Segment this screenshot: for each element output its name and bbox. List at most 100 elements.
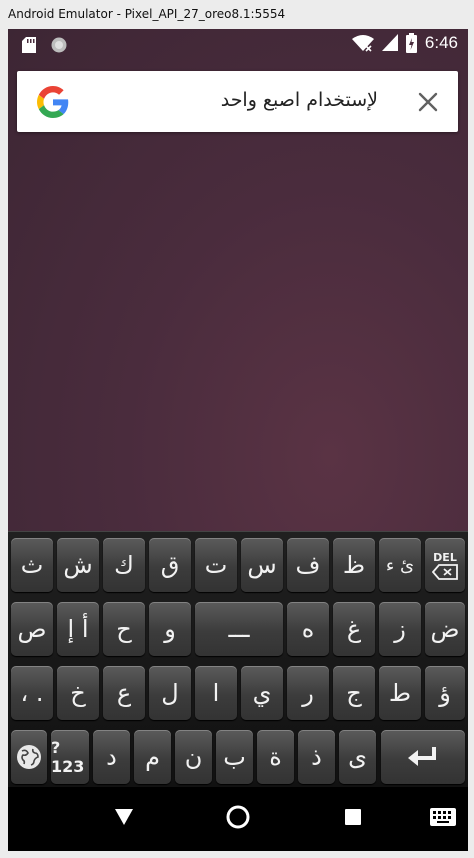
key-label: غ bbox=[346, 615, 362, 643]
key-label: ش bbox=[63, 551, 93, 579]
key-label: ؤ bbox=[439, 679, 451, 707]
key-label: ق bbox=[160, 551, 180, 579]
enter-key[interactable] bbox=[381, 730, 465, 784]
key-label: ض bbox=[430, 615, 460, 643]
key[interactable]: ة bbox=[257, 730, 294, 784]
key-label: خ bbox=[70, 679, 86, 707]
status-bar: 6:46 bbox=[8, 29, 468, 61]
key-label: ر bbox=[302, 679, 314, 707]
key-label: د bbox=[106, 743, 117, 771]
circle-icon bbox=[51, 37, 67, 53]
key-label: ث bbox=[20, 551, 44, 579]
key-label: DEL bbox=[433, 550, 457, 564]
delete-key[interactable]: DEL bbox=[425, 538, 465, 592]
key-label: ن bbox=[184, 743, 203, 771]
key[interactable]: ذ bbox=[298, 730, 335, 784]
key-label: ى bbox=[348, 743, 367, 771]
key-label: ك bbox=[114, 551, 134, 579]
backspace-icon bbox=[432, 563, 458, 580]
key[interactable]: د bbox=[93, 730, 130, 784]
key[interactable]: ك bbox=[103, 538, 145, 592]
key[interactable]: س bbox=[241, 538, 283, 592]
key-label: ذ bbox=[311, 743, 322, 771]
key[interactable]: ت bbox=[195, 538, 237, 592]
navigation-bar bbox=[8, 787, 468, 851]
recents-button[interactable] bbox=[341, 805, 365, 829]
key-label: ظ bbox=[342, 551, 366, 579]
key-label: ح bbox=[116, 615, 132, 643]
back-button[interactable] bbox=[112, 805, 136, 829]
key[interactable]: خ bbox=[57, 666, 99, 720]
key[interactable]: ؤ bbox=[425, 666, 465, 720]
arabic-keyboard: ث ش ك ق ت س ف ظ ئ ء DEL ص أ إ ح و ـــ ه bbox=[8, 531, 468, 788]
device-screen: 6:46 لإستخدام اصبع واحد ث ش ك ق ت س ف ظ … bbox=[8, 29, 468, 851]
emulator-window: Android Emulator - Pixel_API_27_oreo8.1:… bbox=[0, 0, 474, 858]
home-button[interactable] bbox=[226, 805, 250, 829]
wifi-icon bbox=[351, 35, 374, 52]
key[interactable]: ئ ء bbox=[379, 538, 421, 592]
key[interactable]: ز bbox=[379, 602, 421, 656]
key-label: ـــ bbox=[228, 615, 250, 643]
key[interactable]: ق bbox=[149, 538, 191, 592]
key[interactable]: ه bbox=[287, 602, 329, 656]
key-label: ل bbox=[161, 679, 179, 707]
key[interactable]: ح bbox=[103, 602, 145, 656]
key-label: ز bbox=[394, 615, 406, 643]
key-label: ة bbox=[269, 743, 282, 771]
key[interactable]: ث bbox=[11, 538, 53, 592]
key[interactable]: أ إ bbox=[57, 602, 99, 656]
key-label: و bbox=[164, 615, 176, 643]
key-label: أ إ bbox=[67, 615, 89, 643]
key[interactable]: ى bbox=[339, 730, 376, 784]
signal-icon bbox=[381, 34, 398, 51]
key-label: ج bbox=[346, 679, 362, 707]
close-icon[interactable] bbox=[416, 90, 440, 114]
recents-square-icon bbox=[345, 809, 361, 825]
enter-icon bbox=[408, 747, 436, 766]
key-label: ط bbox=[388, 679, 412, 707]
key-label: ت bbox=[204, 551, 228, 579]
window-title: Android Emulator - Pixel_API_27_oreo8.1:… bbox=[8, 7, 286, 21]
key[interactable]: ع bbox=[103, 666, 145, 720]
keyboard-icon bbox=[430, 808, 456, 826]
key[interactable]: ي bbox=[241, 666, 283, 720]
sd-card-icon bbox=[22, 37, 36, 53]
keyboard-switch-button[interactable] bbox=[429, 805, 457, 829]
key-label: ف bbox=[295, 551, 321, 579]
key[interactable]: ر bbox=[287, 666, 329, 720]
key[interactable]: ظ bbox=[333, 538, 375, 592]
key[interactable]: ن bbox=[175, 730, 212, 784]
key[interactable]: ش bbox=[57, 538, 99, 592]
key[interactable]: ص bbox=[11, 602, 53, 656]
key-label: ه bbox=[301, 615, 315, 643]
key[interactable]: ، . bbox=[11, 666, 53, 720]
key[interactable]: ا bbox=[195, 666, 237, 720]
search-bar[interactable]: لإستخدام اصبع واحد bbox=[17, 71, 458, 132]
key[interactable]: ج bbox=[333, 666, 375, 720]
search-query-text[interactable]: لإستخدام اصبع واحد bbox=[221, 89, 378, 111]
language-key[interactable] bbox=[11, 730, 47, 784]
key[interactable]: ل bbox=[149, 666, 191, 720]
key-label: ئ ء bbox=[385, 554, 415, 576]
key[interactable]: و bbox=[149, 602, 191, 656]
key[interactable]: ط bbox=[379, 666, 421, 720]
google-logo-icon bbox=[37, 86, 69, 118]
symbols-key[interactable]: ?123 bbox=[51, 730, 89, 784]
key-label: ي bbox=[252, 679, 272, 707]
key[interactable]: غ bbox=[333, 602, 375, 656]
home-circle-icon bbox=[226, 805, 250, 829]
key-label: ص bbox=[17, 615, 47, 643]
space-key[interactable]: ـــ bbox=[195, 602, 283, 656]
key-label: ب bbox=[223, 743, 246, 771]
key[interactable]: م bbox=[134, 730, 171, 784]
globe-icon bbox=[17, 745, 41, 769]
key[interactable]: ب bbox=[216, 730, 253, 784]
key-label: ع bbox=[116, 679, 132, 707]
key-label: ، . bbox=[20, 679, 44, 707]
battery-icon bbox=[405, 33, 417, 53]
status-time: 6:46 bbox=[424, 33, 458, 52]
key[interactable]: ف bbox=[287, 538, 329, 592]
key-label: ا bbox=[212, 679, 220, 707]
key[interactable]: ض bbox=[425, 602, 465, 656]
back-triangle-icon bbox=[115, 809, 133, 825]
